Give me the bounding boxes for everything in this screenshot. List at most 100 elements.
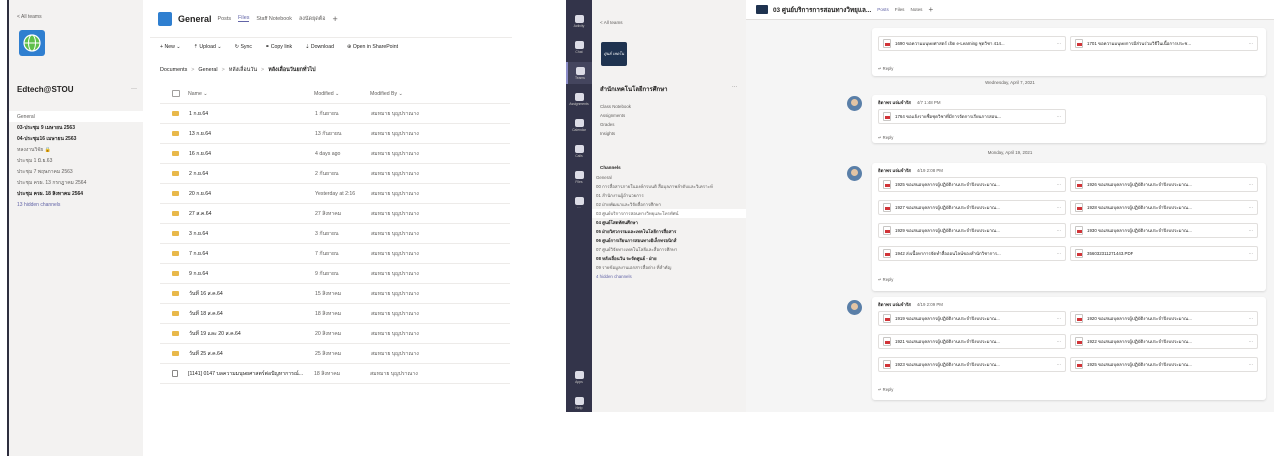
reply-link[interactable]: ↵ Reply (878, 387, 893, 392)
rail-assignments-button[interactable]: Assignments (566, 88, 592, 110)
plus-button[interactable]: + New ⌄ (160, 44, 181, 50)
more-options-icon[interactable]: ··· (1249, 228, 1253, 233)
channel-item[interactable]: ประชุม 7 พฤษภาคม 2563 (9, 166, 143, 177)
reply-link[interactable]: ↵ Reply (878, 135, 893, 140)
table-row[interactable]: 20 ก.ย.64 Yesterday at 2:16 สมหมาย บุญปราณ… (160, 184, 510, 204)
attachment[interactable]: 1930 ขอเสนอบุคลากรผู้ปฏิบัติงานประจำปีงบ… (1070, 223, 1258, 238)
breadcrumb-item[interactable]: หลังเลื่อนวันยกทั่วไป (268, 66, 315, 74)
file-name[interactable]: วันที่ 16 ส.ค.64 (189, 290, 315, 298)
link-button[interactable]: ⚭ Copy link (265, 44, 292, 50)
table-row[interactable]: 16 ก.ย.64 4 days ago สมหมาย บุญปราณาง (160, 144, 510, 164)
file-name[interactable]: วันที่ 19 และ 20 ส.ค.64 (189, 330, 315, 338)
more-options-icon[interactable]: ··· (1249, 316, 1253, 321)
modified-by-column-header[interactable]: Modified By ⌄ (370, 91, 403, 97)
channel-item[interactable]: 02 ฝ่ายพัฒนาและวิจัยสื่อการศึกษา (592, 200, 746, 209)
sharepoint-button[interactable]: ⊕ Open in SharePoint (347, 44, 398, 50)
table-row[interactable]: 9 ก.ย.64 9 กันยายน สมหมาย บุญปราณาง (160, 264, 510, 284)
breadcrumb-item[interactable]: Documents (160, 67, 187, 73)
more-options-icon[interactable]: ··· (1057, 251, 1061, 256)
breadcrumb-item[interactable]: หลังเลื่อนวัน (229, 66, 257, 74)
file-name[interactable]: 1 ก.ย.64 (189, 110, 315, 118)
attachment[interactable]: 1764 ขอแจ้งรายชื่อชุดวิชาที่มีการจัดการเ… (878, 109, 1066, 124)
channel-item[interactable]: 04-ประชุม16 เมษายน 2563 (9, 133, 143, 144)
channel-item[interactable]: ประชุม 1 มิ.ย.63 (9, 155, 143, 166)
more-options-icon[interactable]: ··· (1249, 205, 1253, 210)
file-name[interactable]: 2 ก.ย.64 (189, 170, 315, 178)
more-options-icon[interactable]: ··· (1249, 251, 1253, 256)
all-teams-link-right[interactable]: < All teams (600, 20, 623, 25)
more-options-icon[interactable]: ··· (1249, 339, 1253, 344)
team-link[interactable]: Insights (596, 129, 744, 138)
more-options-icon[interactable]: ··· (1249, 362, 1253, 367)
channel-item[interactable]: ประชุม ครผ. 13 กรกฎาคม 2564 (9, 177, 143, 188)
file-name[interactable]: 3 ก.ย.64 (189, 230, 315, 238)
file-name[interactable]: 7 ก.ย.64 (189, 250, 315, 258)
reply-link[interactable]: ↵ Reply (878, 66, 893, 71)
rail-calls-button[interactable]: Calls (566, 140, 592, 162)
reply-link[interactable]: ↵ Reply (878, 277, 893, 282)
channel-item[interactable]: 06 ศูนย์การเรียนการสอนทางอิเล็กทรอนิกส์ (592, 236, 746, 245)
attachment[interactable]: 1920 ขอเสนอบุคลากรผู้ปฏิบัติงานประจำปีงบ… (1070, 311, 1258, 326)
file-name[interactable]: วันที่ 18 ส.ค.64 (189, 310, 315, 318)
channel-item[interactable]: General (9, 111, 143, 122)
channel-item[interactable]: 09 รายข้อมูลงานเอกสารสื่อต่าง ที่สำคัญ (592, 263, 746, 272)
attachment[interactable]: 1923 ขอเสนอบุคลากรผู้ปฏิบัติงานประจำปีงบ… (878, 357, 1066, 372)
table-row[interactable]: วันที่ 16 ส.ค.64 15 สิงหาคม สมหมาย บุญปราณ… (160, 284, 510, 304)
attachment[interactable]: 1929 ขอเสนอบุคลากรผู้ปฏิบัติงานประจำปีงบ… (878, 223, 1066, 238)
rail-files-button[interactable]: Files (566, 166, 592, 188)
attachment[interactable]: 1925 ขอเสนอบุคลากรผู้ปฏิบัติงานประจำปีงบ… (1070, 357, 1258, 372)
table-row[interactable]: 7 ก.ย.64 7 กันยายน สมหมาย บุญปราณาง (160, 244, 510, 264)
more-options-icon[interactable]: ··· (1057, 182, 1061, 187)
download-button[interactable]: ⇣ Download (305, 44, 334, 50)
attachment[interactable]: 1921 ขอเสนอบุคลากรผู้ปฏิบัติงานประจำปีงบ… (878, 334, 1066, 349)
channel-item[interactable]: 07 ศูนย์วิจัยทางเทคโนโลยีและสื่อการศึกษา (592, 245, 746, 254)
more-options-icon[interactable]: ··· (1057, 205, 1061, 210)
add-tab-icon[interactable]: + (333, 14, 338, 24)
tab-notes[interactable]: Notes (910, 7, 922, 12)
rail-apps-button[interactable]: Apps (566, 366, 592, 388)
tab-2[interactable]: Staff Notebook (256, 16, 292, 22)
upload-button[interactable]: ⇡ Upload ⌄ (194, 44, 222, 50)
tab-posts[interactable]: Posts (877, 7, 889, 12)
table-row[interactable]: วันที่ 19 และ 20 ส.ค.64 20 สิงหาคม สมหมาย … (160, 324, 510, 344)
table-row[interactable]: วันที่ 25 ส.ค.64 25 สิงหาคม สมหมาย บุญปราณ… (160, 344, 510, 364)
table-row[interactable]: 27 ส.ค.64 27 สิงหาคม สมหมาย บุญปราณาง (160, 204, 510, 224)
channel-item[interactable]: 03-ประชุม 9 เมษายน 2563 (9, 122, 143, 133)
more-options-icon[interactable]: ··· (1249, 182, 1253, 187)
channel-item[interactable]: General (592, 173, 746, 182)
modified-column-header[interactable]: Modified ⌄ (314, 91, 370, 97)
rail-chat-button[interactable]: Chat (566, 36, 592, 58)
more-options-icon[interactable]: ··· (1057, 339, 1061, 344)
attachment[interactable]: 1925 ขอเสนอบุคลากรผู้ปฏิบัติงานประจำปีงบ… (878, 177, 1066, 192)
rail-help-button[interactable]: Help (566, 392, 592, 414)
table-row[interactable]: วันที่ 18 ส.ค.64 18 สิงหาคม สมหมาย บุญปราณ… (160, 304, 510, 324)
more-options-icon[interactable]: ··· (1057, 228, 1061, 233)
file-name[interactable]: 20 ก.ย.64 (189, 190, 315, 198)
rail-teams-button[interactable]: Teams (566, 62, 592, 84)
team-link[interactable]: Assignments (596, 111, 744, 120)
tab-0[interactable]: Posts (218, 16, 231, 22)
attachment[interactable]: 1928 ขอเสนอบุคลากรผู้ปฏิบัติงานประจำปีงบ… (1070, 200, 1258, 215)
attachment[interactable]: 1942 ส่งเนื้อหาการจัดทำสื่อออนไลน์ของสำน… (878, 246, 1066, 261)
table-row[interactable]: 13 ก.ย.64 13 กันยายน สมหมาย บุญปราณาง (160, 124, 510, 144)
tab-3[interactable]: ลงนัดยุดต้อ (299, 15, 326, 23)
rail--button[interactable]: ··· (566, 192, 592, 214)
table-row[interactable]: 1 ก.ย.64 1 กันยายน สมหมาย บุญปราณาง (160, 104, 510, 124)
table-row[interactable]: [1141] 0147 บลความมนุษยศาสตร์ต่อปัญหาการ… (160, 364, 510, 384)
attachment[interactable]: 1922 ขอเสนอบุคลากรผู้ปฏิบัติงานประจำปีงบ… (1070, 334, 1258, 349)
channel-item[interactable]: 01 สำนักงานผู้อำนวยการ (592, 191, 746, 200)
team-link[interactable]: Grades (596, 120, 744, 129)
file-name[interactable]: [1141] 0147 บลความมนุษยศาสตร์ต่อปัญหาการ… (188, 370, 314, 378)
attachment[interactable]: 1919 ขอเสนอบุคลากรผู้ปฏิบัติงานประจำปีงบ… (878, 311, 1066, 326)
file-name[interactable]: 9 ก.ย.64 (189, 270, 315, 278)
team-more-options-icon[interactable]: ··· (131, 86, 137, 92)
channel-item[interactable]: 03 ศูนย์บริการการสอนทางวิทยุและโทรทัศน์ (592, 209, 746, 218)
team-more-options-icon-right[interactable]: ··· (732, 84, 737, 90)
channel-item[interactable]: 00 การสื่อสารภายในองค์กรบนดิ สื่อมุลภาพล… (592, 182, 746, 191)
breadcrumb-item[interactable]: General (198, 67, 217, 73)
rail-activity-button[interactable]: Activity (566, 10, 592, 32)
name-column-header[interactable]: Name ⌄ (188, 91, 314, 97)
table-row[interactable]: 3 ก.ย.64 3 กันยายน สมหมาย บุญปราณาง (160, 224, 510, 244)
attachment[interactable]: 1926 ขอเสนอบุคลากรผู้ปฏิบัติงานประจำปีงบ… (1070, 177, 1258, 192)
file-name[interactable]: 13 ก.ย.64 (189, 130, 315, 138)
